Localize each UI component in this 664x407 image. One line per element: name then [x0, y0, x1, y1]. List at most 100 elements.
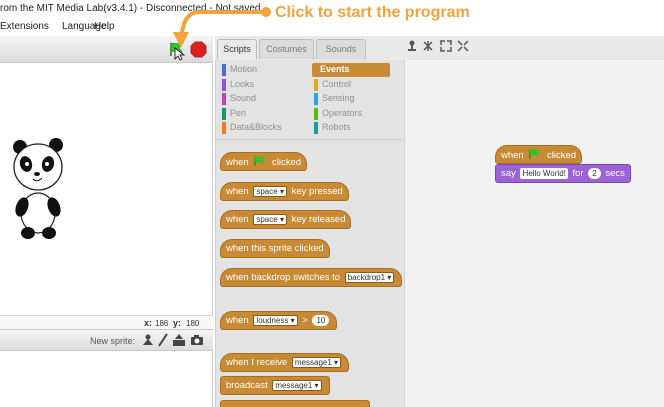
category-motion-label: Motion [230, 64, 258, 74]
block-text: > [302, 315, 308, 326]
shrink-icon[interactable] [457, 40, 469, 52]
block-text: key pressed [291, 186, 343, 197]
y-label: y: [173, 318, 182, 328]
block-when-key-pressed[interactable]: when space ▾ key pressed [220, 182, 349, 201]
menu-help[interactable]: Help [94, 21, 115, 32]
block-text: say [501, 168, 516, 179]
scratch-window: { "window": { "title": "rom the MIT Medi… [0, 0, 664, 407]
stage-coordinates: x: 186 y: 180 [0, 315, 213, 329]
block-text: key released [291, 214, 346, 225]
block-palette: Motion Looks Sound Pen Data&Blocks Event… [215, 60, 405, 407]
block-text: broadcast [226, 380, 268, 391]
sound-swatch [222, 93, 226, 105]
block-text: secs [605, 168, 625, 179]
control-swatch [314, 79, 318, 91]
category-control[interactable]: Control [312, 79, 392, 92]
category-control-label: Control [322, 79, 352, 89]
category-looks-label: Looks [230, 79, 255, 89]
category-pen-label: Pen [230, 108, 247, 118]
new-sprite-label: New sprite: [90, 336, 136, 346]
choose-sprite-icon[interactable] [142, 334, 154, 346]
duplicate-icon[interactable] [406, 40, 418, 52]
block-text: when [226, 157, 249, 168]
dropdown-value: backdrop1 [347, 273, 386, 282]
category-sensing[interactable]: Sensing [312, 93, 392, 106]
block-text: when backdrop switches to [226, 272, 341, 283]
message-dropdown[interactable]: message1 ▾ [272, 380, 322, 391]
category-robots-label: Robots [322, 122, 351, 132]
category-data-blocks[interactable]: Data&Blocks [220, 122, 310, 135]
dropdown-value: message1 [294, 358, 332, 367]
scripts-toolbar [404, 36, 664, 60]
sprite-list [0, 351, 213, 407]
callout-text: Click to start the program [275, 4, 470, 21]
motion-swatch [222, 64, 226, 76]
pen-swatch [222, 108, 226, 120]
panda-sprite[interactable] [12, 137, 68, 241]
secs-input[interactable]: 2 [588, 168, 601, 179]
dropdown-value: loudness [256, 316, 289, 325]
block-text: when this sprite clicked [226, 243, 324, 254]
say-text-input[interactable]: Hello World! [520, 168, 568, 179]
camera-icon[interactable] [190, 334, 204, 346]
backdrop-dropdown[interactable]: backdrop1 ▾ [344, 272, 395, 283]
x-label: x: [144, 318, 153, 328]
block-text: clicked [272, 157, 302, 168]
category-operators-label: Operators [322, 108, 363, 118]
dropdown-value: space [256, 187, 278, 196]
block-text: when [226, 315, 249, 326]
category-pen[interactable]: Pen [220, 108, 310, 121]
category-events-label: Events [320, 64, 350, 74]
dropdown-value: space [256, 215, 278, 224]
script-when-flag-clicked[interactable]: when clicked [495, 145, 583, 164]
key-dropdown[interactable]: space ▾ [253, 214, 287, 225]
green-flag-icon [529, 149, 541, 159]
looks-swatch [222, 79, 226, 91]
block-broadcast-and-wait[interactable] [220, 400, 370, 407]
operators-swatch [314, 108, 318, 120]
block-broadcast[interactable]: broadcast message1 ▾ [220, 376, 330, 395]
green-flag-icon [254, 156, 266, 166]
block-when-sprite-clicked[interactable]: when this sprite clicked [220, 239, 330, 258]
stage[interactable] [0, 63, 213, 315]
category-sound-label: Sound [230, 93, 257, 103]
loudness-value-input[interactable]: 10 [312, 315, 330, 326]
new-sprite-bar: New sprite: [0, 329, 213, 351]
sensing-swatch [314, 93, 318, 105]
category-looks[interactable]: Looks [220, 79, 310, 92]
robots-swatch [314, 122, 318, 134]
block-when-backdrop-switches[interactable]: when backdrop switches to backdrop1 ▾ [220, 268, 403, 287]
block-when-i-receive[interactable]: when I receive message1 ▾ [220, 353, 350, 372]
block-text: when [226, 186, 249, 197]
block-when-loudness[interactable]: when loudness ▾ > 10 [220, 311, 338, 330]
sensor-dropdown[interactable]: loudness ▾ [253, 315, 298, 326]
delete-icon[interactable] [422, 40, 434, 52]
paint-sprite-icon[interactable] [157, 333, 169, 347]
menu-extensions[interactable]: Extensions [0, 21, 49, 32]
key-dropdown[interactable]: space ▾ [253, 186, 287, 197]
block-text: when I receive [226, 357, 288, 368]
grow-icon[interactable] [440, 40, 452, 52]
category-events[interactable]: Events [312, 63, 390, 77]
block-text: for [572, 168, 584, 179]
category-data-label: Data&Blocks [230, 122, 282, 132]
callout-arrow [173, 7, 271, 48]
data-swatch [222, 122, 226, 134]
category-operators[interactable]: Operators [312, 108, 392, 121]
x-value: 186 [155, 319, 169, 328]
block-when-flag-clicked[interactable]: when clicked [220, 152, 308, 171]
script-say-for-secs[interactable]: say Hello World! for 2 secs [495, 164, 631, 183]
scripts-area[interactable]: when clicked say Hello World! for 2 secs [404, 60, 664, 407]
block-when-key-released[interactable]: when space ▾ key released [220, 210, 352, 229]
message-dropdown[interactable]: message1 ▾ [291, 357, 342, 368]
category-sound[interactable]: Sound [220, 93, 310, 106]
dropdown-value: message1 [275, 381, 313, 390]
category-robots[interactable]: Robots [312, 122, 392, 135]
category-sensing-label: Sensing [322, 93, 355, 103]
block-text: clicked [547, 150, 577, 161]
tab-sounds[interactable]: Sounds [316, 39, 366, 59]
y-value: 180 [186, 319, 200, 328]
upload-sprite-icon[interactable] [172, 333, 186, 347]
category-motion[interactable]: Motion [220, 64, 310, 77]
block-text: when [501, 150, 524, 161]
